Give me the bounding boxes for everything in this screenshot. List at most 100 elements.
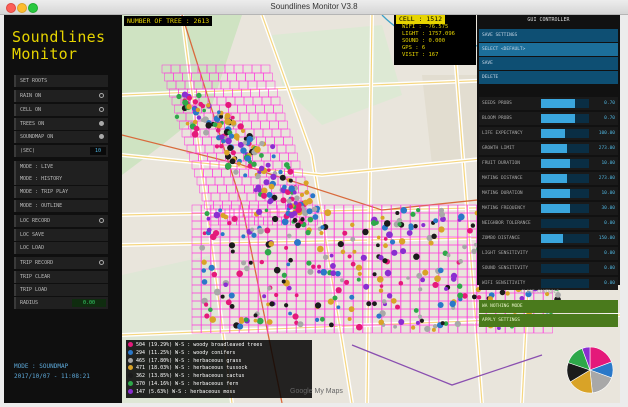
menu-item-trip-clear[interactable]: TRIP CLEAR [14,271,108,283]
tree-dot [250,227,255,232]
tree-dot [268,183,275,190]
menu-item-loc-save[interactable]: LOC SAVE [14,229,108,241]
slider-growth-limit[interactable]: GROWTH LIMIT 273.00 [479,142,618,155]
slider-track[interactable] [541,219,589,228]
tree-dot [379,284,384,288]
controller-select-default[interactable]: SELECT <DEFAULT> [479,43,618,56]
tree-dot [208,307,213,313]
toggle-switch[interactable] [99,260,104,265]
maximize-window-button[interactable] [28,3,38,13]
toggle-switch[interactable] [99,93,104,98]
menu-item-mode-history[interactable]: MODE : HISTORY [14,173,108,185]
controller-title: GUI CONTROLLER [477,15,620,25]
slider-track[interactable] [541,99,589,108]
tree-dot [307,268,314,275]
slider-value: 0.70 [604,116,615,121]
tree-dot [227,144,234,152]
menu-item-cell-on[interactable]: CELL ON [14,104,108,116]
slider-life-expectancy[interactable]: LIFE EXPECTANCY 100.00 [479,127,618,140]
slider-value: 30.00 [601,206,615,211]
menu-item-set-roots[interactable]: SET ROOTS [14,75,108,87]
controller-wa-nothing-mode[interactable]: WA NOTHING MODE [479,300,618,313]
menu-item-soundmap-on[interactable]: SOUNDMAP ON [14,131,108,143]
tree-dot [266,302,270,307]
slider-track[interactable] [541,249,589,258]
legend-code: W-S [175,342,185,348]
controller-delete[interactable]: DELETE [479,71,618,84]
tree-dot [446,253,451,258]
tree-dot [237,123,244,130]
tree-dot [228,292,235,299]
legend-color-dot [128,373,133,379]
radius-input[interactable]: 0.00 [72,299,106,307]
slider-track[interactable] [541,174,589,183]
slider-track[interactable] [541,204,589,213]
menu-item-trees-on[interactable]: TREES ON [14,118,108,130]
slider-track[interactable] [541,279,589,288]
menu-item-mode-live[interactable]: MODE : LIVE [14,161,108,173]
menu-item-label: LOC LOAD [20,245,45,251]
menu-item-trip-load[interactable]: TRIP LOAD [14,284,108,296]
slider-track[interactable] [541,264,589,273]
menu-item-radius[interactable]: RADIUS 0.00 [14,297,108,309]
slider-track[interactable] [541,159,589,168]
menu-item-mode-trip-play[interactable]: MODE : TRIP PLAY [14,186,108,198]
controller-apply-settings[interactable]: APPLY SETTINGS [479,314,618,327]
toggle-switch[interactable] [99,107,104,112]
tree-dot [406,276,410,280]
menu-item-mode-outline[interactable]: MODE : OUTLINE [14,200,108,212]
controller-save-settings[interactable]: SAVE SETTINGS [479,29,618,42]
tree-count-label: NUMBER OF TREE : 2613 [124,16,213,26]
tree-dot [243,173,248,178]
tree-dot [224,112,231,119]
controller-save[interactable]: SAVE [479,57,618,70]
tree-dot [372,272,377,277]
slider-neighbor-tolerance[interactable]: NEIGHBOR TOLERANCE 0.00 [479,217,618,230]
tree-dot [200,103,206,109]
tree-dot [281,272,287,278]
slider-value: 0.00 [604,221,615,226]
menu-item-sec[interactable]: (SEC) 10 [14,145,108,157]
slider-mating-frequency[interactable]: MATING FREQUENCY 30.00 [479,202,618,215]
slider-value: 100.00 [598,131,615,136]
tree-dot [268,241,275,247]
slider-seeds-probs[interactable]: SEEDS PROBS 0.70 [479,97,618,110]
slider-mating-duration[interactable]: MATING DURATION 10.00 [479,187,618,200]
toggle-switch[interactable] [99,121,104,126]
slider-track[interactable] [541,144,589,153]
slider-sound-sensitivity[interactable]: SOUND SENSITIVITY 0.00 [479,262,618,275]
toggle-switch[interactable] [99,134,104,139]
slider-track[interactable] [541,114,589,123]
menu-item-trip-record[interactable]: TRIP RECORD [14,257,108,269]
tree-dot [202,108,207,113]
toggle-switch[interactable] [99,218,104,223]
menu-item-loc-record[interactable]: LOC RECORD [14,215,108,227]
tree-dot [264,248,272,256]
tree-dot [237,141,244,148]
menu-item-loc-load[interactable]: LOC LOAD [14,242,108,254]
minimize-window-button[interactable] [17,3,27,13]
close-controls-button[interactable]: CLOSE CONTROLS [510,289,570,297]
slider-track[interactable] [541,234,589,243]
slider-track[interactable] [541,189,589,198]
slider-zombo-distance[interactable]: ZOMBO DISTANCE 150.00 [479,232,618,245]
tree-dot [416,272,423,279]
tree-dot [193,125,200,132]
tree-dot [255,173,261,179]
slider-light-sensitivity[interactable]: LIGHT SENSITIVITY 0.00 [479,247,618,260]
slider-bloom-probs[interactable]: BLOOM PROBS 0.70 [479,112,618,125]
tree-dot [271,154,276,159]
slider-fruit-duration[interactable]: FRUIT DURATION 10.00 [479,157,618,170]
tree-dot [267,199,273,205]
close-window-button[interactable] [6,3,16,13]
tree-dot [196,92,202,99]
tree-dot [295,222,301,229]
slider-track[interactable] [541,129,589,138]
menu-item-rain-on[interactable]: RAIN ON [14,90,108,102]
tree-dot [303,180,309,186]
seconds-value[interactable]: 10 [90,147,106,155]
tree-dot [317,269,321,274]
slider-mating-distance[interactable]: MATING DISTANCE 273.00 [479,172,618,185]
tree-dot [355,264,363,271]
tree-dot [203,302,209,307]
